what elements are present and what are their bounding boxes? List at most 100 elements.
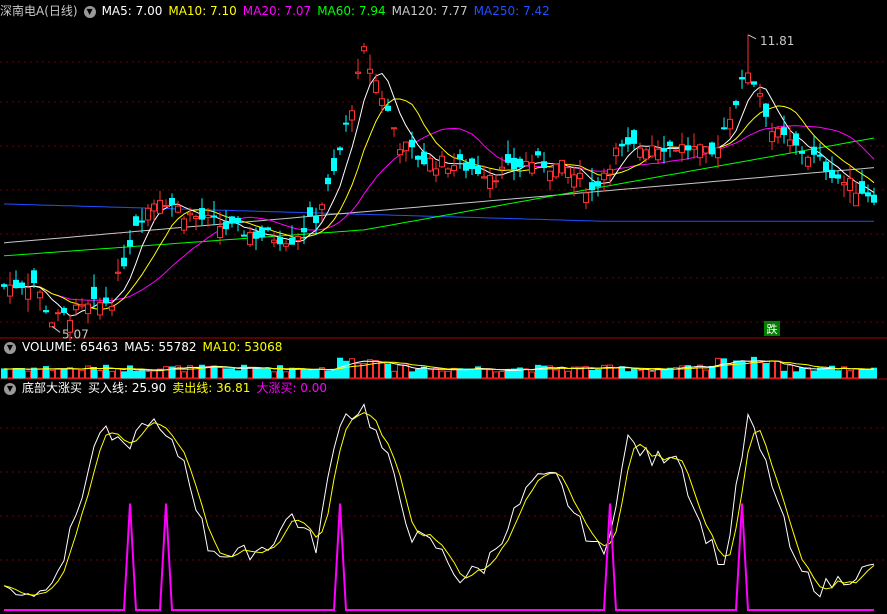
volume-bar bbox=[151, 370, 157, 379]
volume-bar bbox=[457, 368, 463, 379]
stock-chart[interactable]: 11.815.07 跌 bbox=[0, 0, 887, 614]
candle-body bbox=[667, 141, 673, 147]
candle-body bbox=[7, 284, 13, 297]
volume-ma5-label: MA5: 55782 bbox=[124, 340, 197, 354]
candle-body bbox=[541, 161, 547, 169]
volume-bar bbox=[127, 365, 133, 379]
big-rise-line bbox=[4, 503, 874, 611]
ma5-line bbox=[3, 72, 875, 317]
candle-body bbox=[145, 207, 151, 221]
volume-bar bbox=[235, 370, 241, 379]
high-label: 11.81 bbox=[760, 34, 794, 48]
candle-body bbox=[625, 137, 631, 145]
volume-bar bbox=[853, 368, 859, 379]
candle-body bbox=[733, 101, 739, 106]
volume-bar bbox=[391, 370, 397, 379]
candle-body bbox=[607, 168, 613, 175]
volume-bar bbox=[397, 364, 403, 379]
candle-body bbox=[577, 172, 583, 179]
candle-body bbox=[703, 146, 709, 154]
buy-line-label: 买入线: 25.90 bbox=[88, 381, 167, 395]
candle-body bbox=[133, 216, 139, 226]
volume-bar bbox=[505, 369, 511, 379]
volume-bar bbox=[481, 368, 487, 379]
candle-body bbox=[433, 168, 439, 176]
volume-bar bbox=[253, 367, 259, 379]
candle-body bbox=[415, 155, 421, 160]
indicator-header: ▼ 底部大涨买 买入线: 25.90 卖出线: 36.81 大涨买: 0.00 bbox=[0, 379, 333, 397]
candle-body bbox=[169, 197, 175, 206]
candle-body bbox=[73, 304, 79, 311]
candle-body bbox=[781, 127, 787, 136]
candle-body bbox=[841, 181, 847, 186]
candle-body bbox=[595, 181, 601, 187]
candle-body bbox=[559, 159, 565, 174]
volume-bar bbox=[487, 369, 493, 379]
candle-body bbox=[829, 169, 835, 179]
volume-bar bbox=[7, 368, 13, 379]
candle-body bbox=[247, 232, 253, 246]
volume-bar bbox=[595, 369, 601, 379]
candle-body bbox=[445, 168, 451, 174]
candle-body bbox=[109, 306, 115, 311]
volume-bar bbox=[301, 368, 307, 379]
candle-body bbox=[151, 203, 157, 212]
candle-body bbox=[349, 110, 355, 121]
candle-body bbox=[157, 199, 163, 214]
candle-body bbox=[409, 139, 415, 148]
indicator-menu-icon[interactable]: ▼ bbox=[4, 382, 16, 395]
volume-bar bbox=[703, 369, 709, 379]
volume-bar bbox=[181, 371, 187, 379]
price-menu-icon[interactable]: ▼ bbox=[83, 5, 96, 18]
volume-bar bbox=[769, 360, 775, 379]
candle-body bbox=[217, 225, 223, 238]
candle-body bbox=[631, 130, 637, 144]
volume-bar bbox=[559, 367, 565, 379]
candle-body bbox=[751, 81, 757, 85]
candle-body bbox=[583, 192, 589, 204]
candle-body bbox=[553, 163, 559, 178]
volume-bar bbox=[799, 367, 805, 379]
volume-bar bbox=[343, 360, 349, 379]
candle-body bbox=[421, 151, 427, 165]
candle-body bbox=[13, 279, 19, 289]
candle-body bbox=[97, 302, 103, 316]
candle-body bbox=[475, 165, 481, 175]
candle-body bbox=[463, 162, 469, 171]
candle-body bbox=[121, 257, 127, 267]
candle-body bbox=[793, 133, 799, 146]
candle-body bbox=[715, 147, 721, 159]
candle-body bbox=[523, 160, 529, 167]
volume-bar bbox=[529, 371, 535, 379]
candle-body bbox=[25, 287, 31, 300]
candle-body bbox=[313, 216, 319, 223]
candle-body bbox=[181, 218, 187, 231]
candle-body bbox=[451, 165, 457, 171]
volume-bar bbox=[295, 368, 301, 379]
volume-bar bbox=[109, 370, 115, 379]
candle-body bbox=[481, 176, 487, 179]
candle-body bbox=[31, 270, 37, 284]
candle-body bbox=[811, 146, 817, 155]
candle-body bbox=[127, 240, 133, 247]
volume-bar bbox=[367, 359, 373, 379]
candle-body bbox=[697, 144, 703, 159]
volume-menu-icon[interactable]: ▼ bbox=[4, 341, 16, 354]
volume-label: VOLUME: 65463 bbox=[22, 340, 119, 354]
candle-body bbox=[469, 158, 475, 170]
volume-bar bbox=[589, 369, 595, 379]
candle-body bbox=[61, 307, 67, 313]
volume-bar bbox=[145, 371, 151, 379]
ma60-label: MA60: 7.94 bbox=[317, 4, 386, 18]
volume-bar bbox=[409, 371, 415, 379]
low-marker bbox=[51, 325, 61, 333]
candle-body bbox=[55, 312, 61, 315]
volume-bar bbox=[625, 371, 631, 379]
candle-body bbox=[289, 237, 295, 245]
candle-body bbox=[679, 144, 685, 154]
volume-bar bbox=[103, 364, 109, 379]
signal-label: 跌 bbox=[767, 322, 778, 336]
candle-body bbox=[223, 221, 229, 230]
candle-body bbox=[397, 149, 403, 156]
volume-bar bbox=[865, 369, 871, 379]
